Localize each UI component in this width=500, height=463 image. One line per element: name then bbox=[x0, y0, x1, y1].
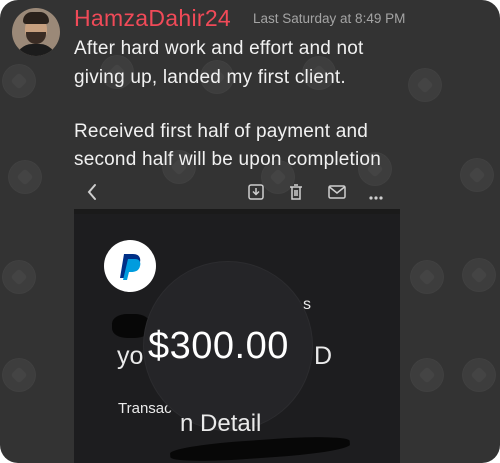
message-line: second half will be upon completion bbox=[74, 149, 381, 170]
obscured-text-fragment: D bbox=[314, 342, 333, 370]
more-icon[interactable] bbox=[368, 187, 384, 206]
trash-icon[interactable] bbox=[287, 182, 305, 206]
message-line: After hard work and effort and not bbox=[74, 38, 364, 59]
obscured-text-fragment: yo bbox=[117, 342, 144, 370]
watermark-icon bbox=[2, 64, 36, 98]
watermark-icon bbox=[408, 68, 442, 102]
watermark-icon bbox=[2, 260, 36, 294]
message-card: HamzaDahir24 Last Saturday at 8:49 PM Af… bbox=[0, 0, 500, 463]
watermark-icon bbox=[410, 358, 444, 392]
download-icon[interactable] bbox=[247, 183, 265, 205]
message-line: Received first half of payment and bbox=[74, 121, 369, 142]
username[interactable]: HamzaDahir24 bbox=[74, 5, 231, 32]
watermark-icon bbox=[410, 260, 444, 294]
message-line: giving up, landed my first client. bbox=[74, 67, 346, 88]
watermark-icon bbox=[462, 358, 496, 392]
payment-amount: $300.00 bbox=[148, 325, 289, 367]
chevron-left-icon[interactable] bbox=[84, 182, 100, 206]
watermark-icon bbox=[460, 158, 494, 192]
message-timestamp: Last Saturday at 8:49 PM bbox=[253, 11, 406, 26]
watermark-icon bbox=[8, 160, 42, 194]
transaction-details-fragment: n Detail bbox=[180, 410, 262, 437]
avatar[interactable] bbox=[12, 8, 60, 56]
watermark-icon bbox=[462, 258, 496, 292]
paypal-logo bbox=[104, 240, 156, 292]
mail-icon[interactable] bbox=[327, 184, 347, 204]
watermark-icon bbox=[2, 358, 36, 392]
transaction-label-fragment: Transac bbox=[118, 400, 172, 417]
